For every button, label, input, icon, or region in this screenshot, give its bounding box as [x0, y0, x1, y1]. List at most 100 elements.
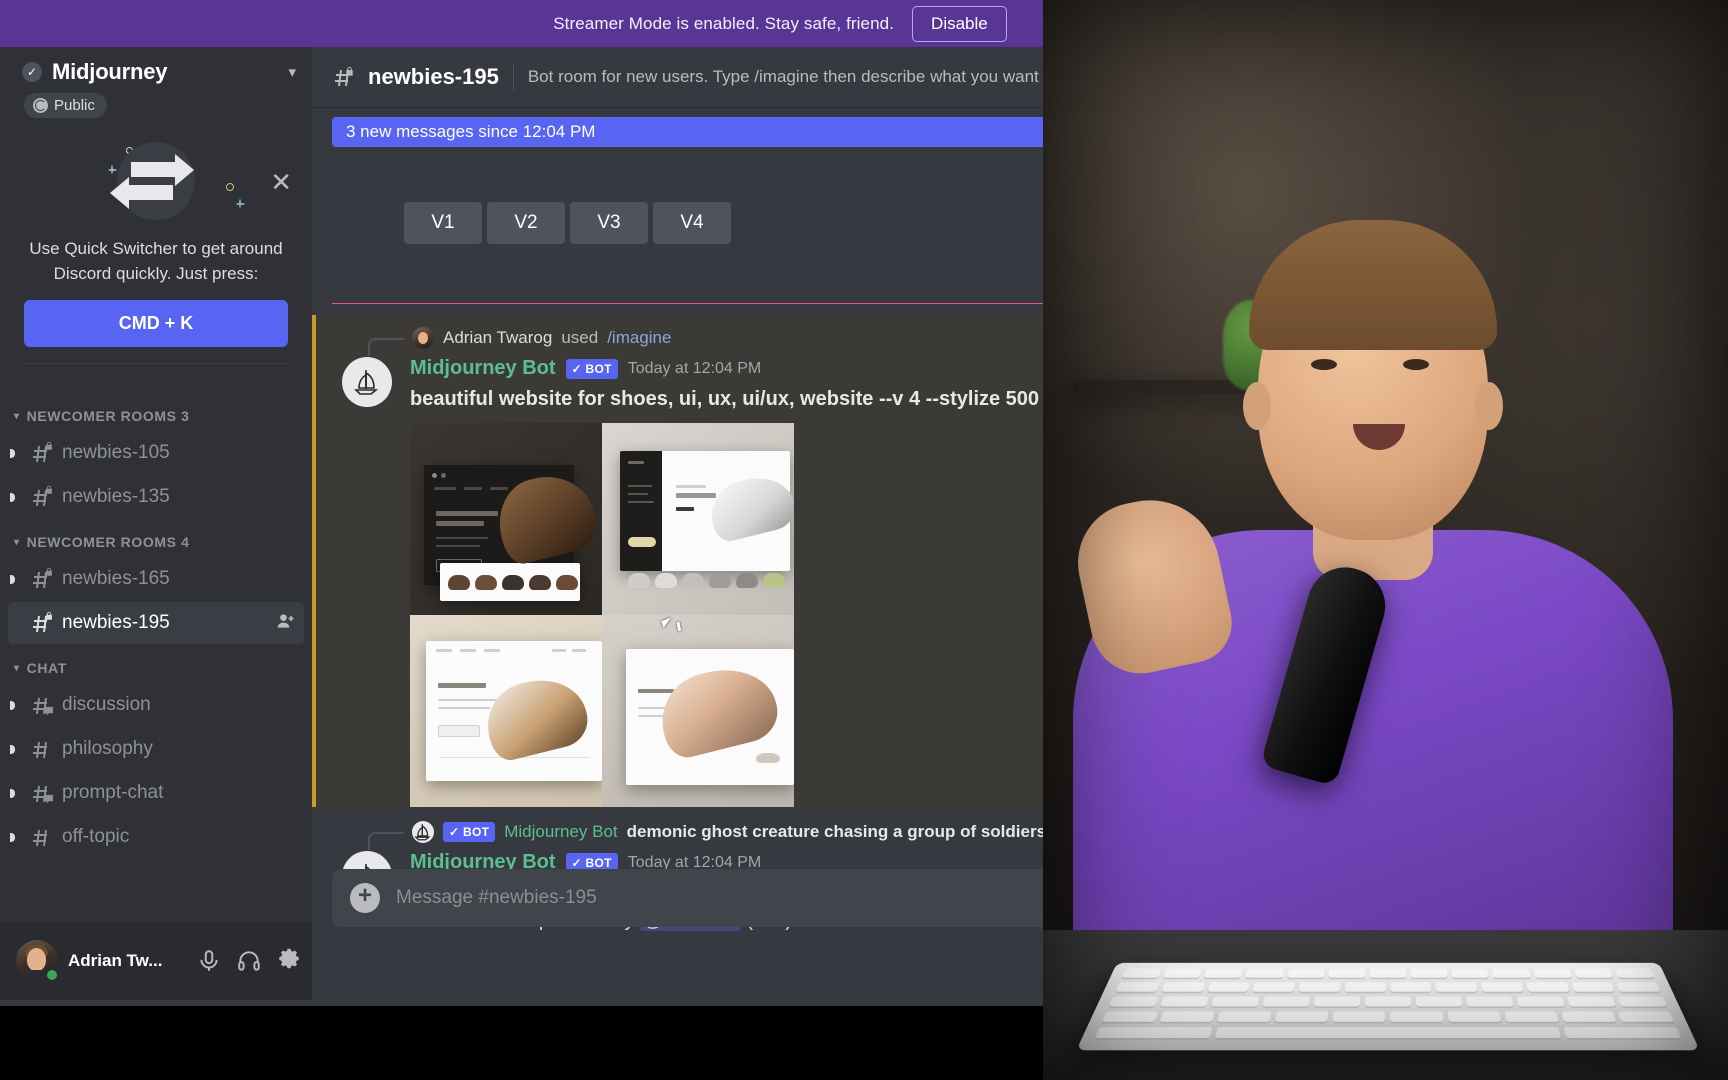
- globe-icon: [33, 98, 48, 113]
- message-reply-reference[interactable]: ✓ BOT Midjourney Bot demonic ghost creat…: [312, 819, 1043, 850]
- sidebar-channel-newbies-195[interactable]: newbies-195: [8, 602, 304, 645]
- new-messages-divider: [332, 303, 1043, 304]
- unread-indicator: [10, 574, 15, 584]
- hash-thread-icon: [30, 694, 54, 716]
- reply-message-preview: demonic ghost creature chasing a group o…: [626, 822, 1043, 841]
- unread-indicator: [10, 448, 15, 458]
- channel-header-name: newbies-195: [368, 64, 499, 89]
- message-reply-reference[interactable]: Adrian Twarog used /imagine: [312, 325, 1043, 356]
- sidebar-channel-newbies-165[interactable]: newbies-165: [8, 558, 304, 600]
- sidebar-channel-prompt-chat[interactable]: prompt-chat: [8, 772, 304, 814]
- hash-lock-icon: [30, 612, 52, 634]
- disable-streamer-mode-button[interactable]: Disable: [912, 5, 1007, 42]
- channel-name: discussion: [62, 694, 151, 716]
- sidebar: ✓ Midjourney ▾ Public ✕ Use Quick Switch…: [0, 47, 312, 1000]
- slash-command-link[interactable]: /imagine: [607, 328, 671, 348]
- channel-name: prompt-chat: [62, 782, 164, 804]
- category-label: NEWCOMER ROOMS 3: [26, 408, 190, 425]
- reply-middle-text: used: [561, 328, 599, 347]
- gear-icon[interactable]: [276, 948, 302, 974]
- sidebar-channel-philosophy[interactable]: philosophy: [8, 728, 304, 770]
- message-group: Adrian Twarog used /imagine Midjourney B…: [312, 315, 1043, 825]
- message-timestamp: Today at 12:04 PM: [627, 359, 762, 377]
- quick-switcher-description: Use Quick Switcher to get around Discord…: [29, 239, 283, 283]
- hash-lock-icon: [30, 442, 52, 464]
- unread-indicator: [10, 832, 15, 842]
- screen-bottom-bar: [0, 1006, 1043, 1043]
- add-member-icon[interactable]: [276, 611, 296, 636]
- chevron-down-icon[interactable]: ▾: [288, 63, 296, 81]
- quick-switcher-card: ✕ Use Quick Switcher to get around Disco…: [0, 125, 312, 380]
- quick-switcher-shortcut-button[interactable]: CMD + K: [24, 300, 288, 348]
- chevron-down-icon: ▾: [14, 536, 20, 548]
- channel-name: off-topic: [62, 826, 130, 848]
- hash-icon: [30, 738, 52, 760]
- bot-badge: ✓ BOT: [443, 822, 496, 842]
- hash-lock-icon: [30, 568, 52, 590]
- midjourney-sailboat-icon[interactable]: [342, 357, 392, 407]
- plus-icon[interactable]: +: [350, 883, 380, 913]
- keyboard: [1076, 962, 1700, 1051]
- reply-user-name: Adrian Twarog: [443, 328, 553, 347]
- channel-category-header[interactable]: ▾ CHAT: [8, 646, 304, 682]
- check-icon: ✓: [22, 62, 42, 82]
- variation-buttons: V1 V2 V3 V4: [404, 202, 731, 244]
- variation-button-v4[interactable]: V4: [653, 202, 731, 244]
- sidebar-channel-off-topic[interactable]: off-topic: [8, 816, 304, 858]
- sidebar-channel-newbies-105[interactable]: newbies-105: [8, 432, 304, 474]
- channel-topic: Bot room for new users. Type /imagine th…: [527, 67, 1039, 86]
- guild-privacy-label: Public: [54, 97, 95, 114]
- headphones-icon[interactable]: [236, 948, 262, 974]
- unread-indicator: [10, 788, 15, 798]
- chevron-down-icon: ▾: [14, 410, 20, 422]
- reply-spine: [368, 832, 404, 850]
- screen: Streamer Mode is enabled. Stay safe, fri…: [0, 0, 1728, 1080]
- hash-lock-icon: [332, 66, 354, 88]
- category-label: CHAT: [26, 660, 67, 677]
- hash-lock-icon: [30, 486, 52, 508]
- avatar[interactable]: [16, 940, 60, 983]
- microphone-icon[interactable]: [196, 948, 222, 974]
- variation-button-v3[interactable]: V3: [570, 202, 648, 244]
- channel-name: newbies-135: [62, 486, 170, 508]
- sidebar-divider: [22, 363, 290, 365]
- streamer-mode-banner: Streamer Mode is enabled. Stay safe, fri…: [0, 0, 1043, 47]
- streamer-mode-text: Streamer Mode is enabled. Stay safe, fri…: [553, 13, 895, 33]
- discord-app-window: Streamer Mode is enabled. Stay safe, fri…: [0, 0, 1043, 1043]
- category-label: NEWCOMER ROOMS 4: [26, 534, 190, 551]
- header-divider: [512, 64, 514, 90]
- hash-icon: [30, 826, 52, 848]
- unread-indicator: [10, 492, 15, 502]
- message-input-placeholder[interactable]: Message #newbies-195: [396, 887, 597, 909]
- shoe-website-grid-attachment[interactable]: [410, 423, 794, 807]
- midjourney-sailboat-icon: [412, 821, 434, 843]
- variation-button-v1[interactable]: V1: [404, 202, 482, 244]
- sidebar-channel-newbies-135[interactable]: newbies-135: [8, 476, 304, 518]
- variation-button-v2[interactable]: V2: [487, 202, 565, 244]
- new-messages-bar[interactable]: 3 new messages since 12:04 PM: [332, 117, 1043, 147]
- presenter-webcam-overlay: [1043, 0, 1728, 1080]
- message-composer[interactable]: + Message #newbies-195: [332, 869, 1043, 927]
- sidebar-channel-discussion[interactable]: discussion: [8, 684, 304, 726]
- main-chat-area: newbies-195 Bot room for new users. Type…: [312, 47, 1043, 1000]
- channel-list: ▾ NEWCOMER ROOMS 3 newbies-105 newbies-135…: [0, 380, 312, 858]
- unread-indicator: [10, 700, 15, 710]
- message-author[interactable]: Midjourney Bot: [410, 357, 556, 380]
- channel-category-header[interactable]: ▾ NEWCOMER ROOMS 4: [8, 520, 304, 556]
- bot-badge: ✓ BOT: [565, 358, 618, 379]
- guild-header[interactable]: ✓ Midjourney ▾ Public: [0, 47, 312, 125]
- channel-name: newbies-165: [62, 568, 170, 590]
- unread-indicator: [10, 744, 15, 754]
- reply-user-name: Midjourney Bot: [504, 822, 618, 841]
- channel-name: newbies-195: [62, 612, 170, 634]
- guild-privacy-badge: Public: [24, 93, 107, 118]
- channel-header: newbies-195 Bot room for new users. Type…: [312, 47, 1043, 107]
- user-panel: Adrian Tw...: [0, 922, 312, 1000]
- status-badge: [44, 967, 60, 983]
- message-list[interactable]: 3 new messages since 12:04 PM V1 V2 V3 V4 A…: [312, 107, 1043, 937]
- channel-category-header[interactable]: ▾ NEWCOMER ROOMS 3: [8, 394, 304, 430]
- hash-thread-icon: [30, 782, 54, 804]
- switch-arrows-icon: [22, 131, 290, 231]
- user-name: Adrian Tw...: [68, 951, 163, 970]
- user-avatar: [412, 327, 434, 349]
